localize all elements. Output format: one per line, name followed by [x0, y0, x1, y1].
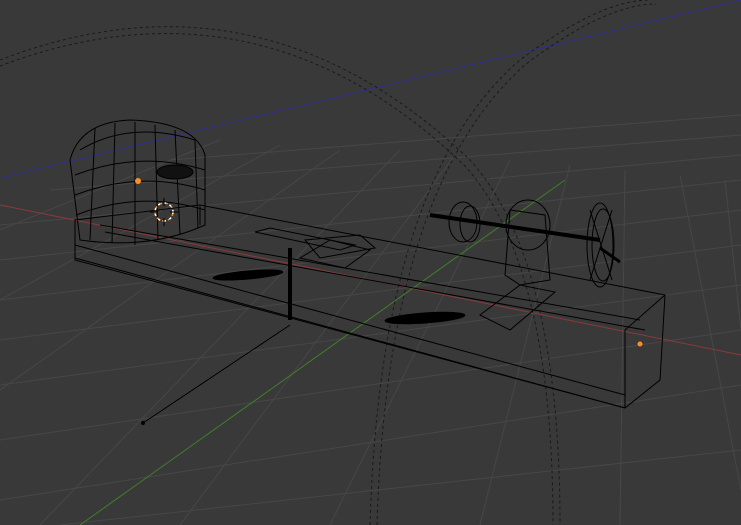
object-origin-dot[interactable] — [637, 341, 643, 347]
floor-grid — [0, 114, 741, 525]
3d-viewport[interactable] — [0, 0, 741, 525]
z-axis-line — [0, 0, 741, 179]
viewport-canvas[interactable] — [0, 0, 741, 525]
tool-rest[interactable] — [212, 227, 377, 320]
y-axis-line — [79, 179, 566, 525]
handwheel[interactable] — [586, 202, 621, 288]
spindle-shaft[interactable] — [429, 201, 601, 243]
lamp-dot[interactable] — [141, 421, 145, 425]
object-origin-dot[interactable] — [135, 178, 141, 184]
crosshair-circle-icon[interactable] — [150, 198, 178, 226]
lamp-range-arcs — [0, 0, 657, 525]
